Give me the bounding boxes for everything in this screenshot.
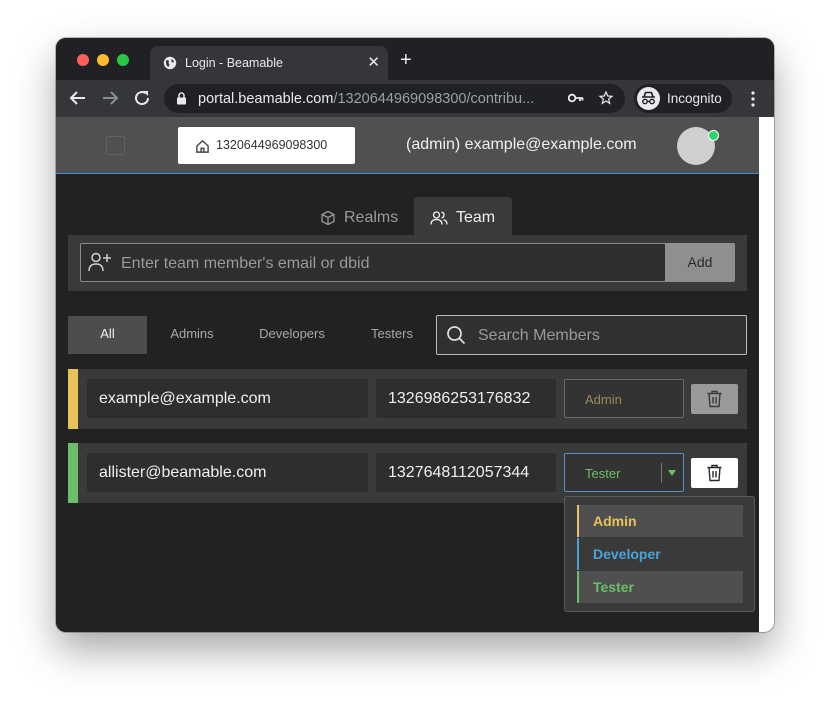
lock-icon xyxy=(177,92,186,105)
users-icon xyxy=(430,211,448,225)
tab-strip: Login - Beamable ✕ + xyxy=(56,38,774,80)
role-select-value: Admin xyxy=(585,392,622,407)
role-option-label: Tester xyxy=(593,579,634,595)
member-dbid: 1326986253176832 xyxy=(376,379,556,418)
reload-icon[interactable] xyxy=(130,86,154,110)
member-email: allister@beamable.com xyxy=(87,453,368,492)
more-menu-icon[interactable] xyxy=(745,90,761,108)
filter-all[interactable]: All xyxy=(68,316,147,354)
realm-id: 1320644969098300 xyxy=(216,138,328,152)
member-email-text: example@example.com xyxy=(99,390,271,407)
member-dbid: 1327648112057344 xyxy=(376,453,556,492)
filter-admins[interactable]: Admins xyxy=(151,316,233,354)
close-tab-icon[interactable]: ✕ xyxy=(367,53,380,71)
realm-selector[interactable]: 1320644969098300 xyxy=(178,127,355,164)
current-user-label: (admin) example@example.com xyxy=(406,136,637,153)
member-email-text: allister@beamable.com xyxy=(99,464,267,481)
filter-developers[interactable]: Developers xyxy=(244,316,340,354)
menu-toggle[interactable] xyxy=(106,136,125,155)
member-email: example@example.com xyxy=(87,379,368,418)
close-window-button[interactable] xyxy=(77,54,89,66)
tab-realms[interactable]: Realms xyxy=(318,197,412,235)
role-select[interactable]: Tester xyxy=(564,453,684,492)
tab-team[interactable]: Team xyxy=(414,197,512,235)
search-members-placeholder: Search Members xyxy=(478,327,600,344)
address-bar[interactable]: portal.beamable.com/1320644969098300/con… xyxy=(164,84,625,113)
minimize-window-button[interactable] xyxy=(97,54,109,66)
home-icon xyxy=(196,139,209,153)
add-member-panel: Enter team member's email or dbid Add xyxy=(68,235,747,291)
member-dbid-text: 1326986253176832 xyxy=(388,390,531,407)
role-option-tester[interactable]: Tester xyxy=(577,571,743,603)
key-icon[interactable] xyxy=(568,92,584,104)
member-dbid-text: 1327648112057344 xyxy=(388,464,530,481)
role-option-admin[interactable]: Admin xyxy=(577,505,743,537)
tab-realms-label: Realms xyxy=(344,209,399,226)
globe-icon xyxy=(163,56,177,70)
incognito-icon xyxy=(637,87,660,110)
online-status-indicator xyxy=(708,130,719,141)
role-option-label: Developer xyxy=(593,546,661,562)
role-option-label: Admin xyxy=(593,513,637,529)
page-scrollbar[interactable] xyxy=(759,117,774,632)
url-host: portal.beamable.com xyxy=(198,91,334,107)
trash-icon xyxy=(707,464,722,482)
page-content: 1320644969098300 (admin) example@example… xyxy=(56,117,759,632)
role-dropdown-menu: Admin Developer Tester xyxy=(564,496,755,612)
search-members-input[interactable]: Search Members xyxy=(436,315,747,355)
role-option-developer[interactable]: Developer xyxy=(577,538,743,570)
role-select-value: Tester xyxy=(585,466,621,481)
add-member-button[interactable]: Add xyxy=(665,243,735,282)
browser-window: Login - Beamable ✕ + portal.beamable.com… xyxy=(56,38,774,632)
member-email-input[interactable]: Enter team member's email or dbid xyxy=(80,243,666,282)
chevron-down-icon xyxy=(668,470,676,476)
forward-arrow-icon[interactable] xyxy=(98,86,122,110)
member-row: example@example.com 1326986253176832 Adm… xyxy=(68,369,747,429)
role-color-bar xyxy=(68,443,78,503)
filter-testers[interactable]: Testers xyxy=(354,316,430,354)
add-user-icon xyxy=(88,252,111,272)
role-select-disabled: Admin xyxy=(564,379,684,418)
portal-header: 1320644969098300 (admin) example@example… xyxy=(56,117,759,174)
back-arrow-icon[interactable] xyxy=(66,86,90,110)
delete-member-button[interactable] xyxy=(691,458,738,488)
browser-toolbar: portal.beamable.com/1320644969098300/con… xyxy=(56,80,774,117)
browser-tab[interactable]: Login - Beamable ✕ xyxy=(150,46,388,80)
star-icon[interactable] xyxy=(598,90,614,106)
incognito-label: Incognito xyxy=(667,91,722,106)
url-text: portal.beamable.com/1320644969098300/con… xyxy=(198,91,550,107)
maximize-window-button[interactable] xyxy=(117,54,129,66)
url-path: /1320644969098300/contribu... xyxy=(333,91,535,107)
member-email-placeholder: Enter team member's email or dbid xyxy=(121,255,370,272)
role-color-bar xyxy=(68,369,78,429)
trash-icon xyxy=(707,390,722,408)
tab-title: Login - Beamable xyxy=(185,56,283,70)
member-row: allister@beamable.com 1327648112057344 T… xyxy=(68,443,747,503)
search-icon xyxy=(447,326,466,345)
cube-icon xyxy=(321,210,335,226)
delete-member-button xyxy=(691,384,738,414)
new-tab-button[interactable]: + xyxy=(400,50,412,70)
incognito-badge[interactable]: Incognito xyxy=(634,84,732,113)
select-divider xyxy=(661,463,662,483)
tab-team-label: Team xyxy=(456,209,496,226)
